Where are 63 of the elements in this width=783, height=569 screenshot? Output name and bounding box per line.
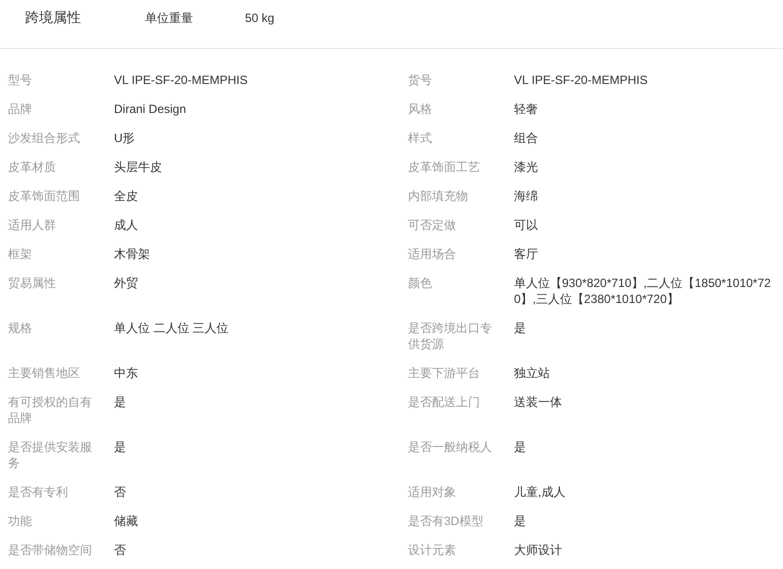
attribute-label: 规格 bbox=[8, 320, 33, 337]
attribute-label: 型号 bbox=[8, 72, 33, 88]
attribute-value: 是 bbox=[114, 394, 127, 411]
attribute-value: 否 bbox=[114, 542, 127, 558]
attribute-value: 是 bbox=[114, 439, 127, 456]
attribute-value: 单人位 二人位 三人位 bbox=[114, 320, 230, 337]
attribute-label: 是否带储物空间 bbox=[8, 542, 93, 558]
attribute-value: 是 bbox=[514, 439, 527, 456]
attribute-label: 皮革材质 bbox=[8, 159, 57, 175]
attribute-label: 有可授权的自有品牌 bbox=[8, 394, 93, 426]
attribute-value: 否 bbox=[114, 484, 127, 500]
attribute-value: 儿童,成人 bbox=[514, 484, 566, 500]
attribute-label: 货号 bbox=[408, 72, 433, 88]
attribute-value: 成人 bbox=[114, 217, 139, 233]
attribute-value: 全皮 bbox=[114, 188, 139, 204]
attribute-label: 是否跨境出口专供货源 bbox=[408, 320, 493, 352]
attribute-value: VL IPE-SF-20-MEMPHIS bbox=[114, 72, 249, 88]
attribute-value: 客厅 bbox=[514, 246, 539, 262]
attribute-label: 皮革饰面范围 bbox=[8, 188, 81, 204]
attribute-label: 设计元素 bbox=[408, 542, 457, 558]
attribute-value: 单人位【930*820*710】,二人位【1850*1010*720】,三人位【2380*1010*720】 bbox=[514, 275, 772, 307]
attribute-label: 功能 bbox=[8, 513, 33, 529]
attribute-label: 是否有专利 bbox=[8, 484, 69, 500]
attribute-value: 独立站 bbox=[514, 365, 551, 381]
attribute-value: 是 bbox=[514, 320, 527, 337]
attribute-label: 适用人群 bbox=[8, 217, 57, 233]
attribute-value: 中东 bbox=[114, 365, 139, 381]
attribute-value: 送装一体 bbox=[514, 394, 563, 411]
attribute-value: 头层牛皮 bbox=[114, 159, 163, 175]
attribute-label: 内部填充物 bbox=[408, 188, 469, 204]
attribute-value: 木骨架 bbox=[114, 246, 151, 262]
attribute-label: 风格 bbox=[408, 101, 433, 117]
attribute-value: 是 bbox=[514, 513, 527, 529]
attribute-label: 可否定做 bbox=[408, 217, 457, 233]
attribute-label: 是否配送上门 bbox=[408, 394, 481, 411]
attribute-label: 样式 bbox=[408, 130, 433, 146]
attribute-value: 外贸 bbox=[114, 275, 139, 292]
attribute-value: 漆光 bbox=[514, 159, 539, 175]
attribute-value: 组合 bbox=[514, 130, 539, 146]
attribute-label: 沙发组合形式 bbox=[8, 130, 81, 146]
attribute-label: 贸易属性 bbox=[8, 275, 57, 292]
attribute-label: 颜色 bbox=[408, 275, 433, 292]
attribute-value: 海绵 bbox=[514, 188, 539, 204]
attribute-value: 可以 bbox=[514, 217, 539, 233]
attribute-label: 框架 bbox=[8, 246, 33, 262]
attribute-value: Dirani Design bbox=[114, 101, 188, 117]
attribute-label: 是否一般纳税人 bbox=[408, 439, 493, 456]
attribute-label: 适用对象 bbox=[408, 484, 457, 500]
attribute-label: 是否提供安装服务 bbox=[8, 439, 93, 471]
attribute-label: 皮革饰面工艺 bbox=[408, 159, 481, 175]
attribute-value: 50 kg bbox=[245, 11, 274, 25]
attribute-value: U形 bbox=[114, 130, 136, 146]
attribute-label: 主要下游平台 bbox=[408, 365, 481, 381]
attribute-value: VL IPE-SF-20-MEMPHIS bbox=[514, 72, 649, 88]
attribute-value: 储藏 bbox=[114, 513, 139, 529]
attribute-value: 轻奢 bbox=[514, 101, 539, 117]
section-title: 跨境属性 bbox=[25, 9, 82, 27]
attribute-value: 大师设计 bbox=[514, 542, 563, 558]
attribute-label: 单位重量 bbox=[145, 10, 194, 26]
attribute-label: 品牌 bbox=[8, 101, 33, 117]
attribute-label: 适用场合 bbox=[408, 246, 457, 262]
attribute-label: 是否有3D模型 bbox=[408, 513, 484, 529]
attribute-label: 主要销售地区 bbox=[8, 365, 81, 381]
